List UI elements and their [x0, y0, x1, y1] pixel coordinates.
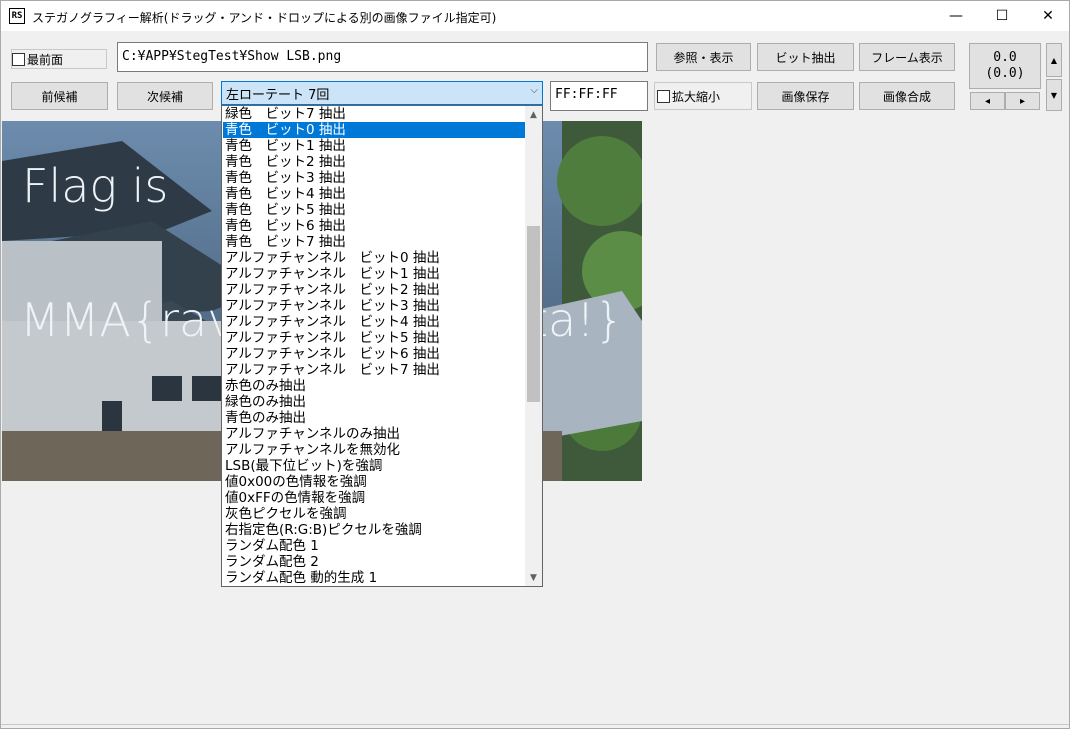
dropdown-option[interactable]: 青色 ビット0 抽出 — [223, 122, 525, 138]
chevron-down-icon: ⌵ — [530, 85, 538, 96]
dropdown-option[interactable]: 値0x00の色情報を強調 — [223, 474, 525, 490]
dropdown-option[interactable]: LSB(最下位ビット)を強調 — [223, 458, 525, 474]
dropdown-option[interactable]: 右指定色(R:G:B)ピクセルを強調 — [223, 522, 525, 538]
scrollbar-thumb[interactable] — [527, 226, 540, 402]
coordinate-line1: 0.0 — [993, 50, 1017, 65]
topmost-checkbox[interactable]: 最前面 — [11, 49, 107, 69]
flag-text-line2-left: MMA{rav — [20, 293, 235, 347]
dropdown-option[interactable]: 緑色 ビット7 抽出 — [223, 106, 525, 122]
dropdown-option[interactable]: 青色 ビット7 抽出 — [223, 234, 525, 250]
composite-image-button[interactable]: 画像合成 — [859, 82, 955, 110]
dropdown-option[interactable]: アルファチャンネル ビット6 抽出 — [223, 346, 525, 362]
mode-dropdown-list[interactable]: 緑色 ビット7 抽出 青色 ビット0 抽出 青色 ビット1 抽出 青色 ビット2 抽出… — [221, 105, 543, 587]
dropdown-option[interactable]: アルファチャンネル ビット3 抽出 — [223, 298, 525, 314]
zoom-label: 拡大縮小 — [672, 89, 721, 104]
app-icon: RS — [9, 8, 25, 24]
browse-button[interactable]: 参照・表示 — [656, 43, 751, 71]
dropdown-option[interactable]: アルファチャンネル ビット2 抽出 — [223, 282, 525, 298]
dropdown-scrollbar[interactable]: ▲ ▼ — [525, 106, 542, 586]
dropdown-option[interactable]: アルファチャンネル ビット0 抽出 — [223, 250, 525, 266]
checkbox-square — [12, 52, 25, 66]
scroll-down-arrow-icon[interactable]: ▼ — [525, 569, 542, 586]
dropdown-option[interactable]: 緑色のみ抽出 — [223, 394, 525, 410]
dropdown-option[interactable]: アルファチャンネル ビット1 抽出 — [223, 266, 525, 282]
close-button[interactable]: ✕ — [1025, 1, 1070, 31]
coordinate-display: 0.0 (0.0) — [969, 43, 1041, 89]
mode-select[interactable]: 左ローテート 7回 ⌵ — [221, 81, 543, 105]
zoom-checkbox[interactable]: 拡大縮小 — [654, 82, 752, 110]
window-title: ステガノグラフィー解析(ドラッグ・アンド・ドロップによる別の画像ファイル指定可) — [32, 11, 497, 25]
dropdown-option[interactable]: アルファチャンネル ビット4 抽出 — [223, 314, 525, 330]
dropdown-option[interactable]: ランダム配色 動的生成 1 — [223, 570, 525, 586]
dropdown-option[interactable]: アルファチャンネルのみ抽出 — [223, 426, 525, 442]
dropdown-option[interactable]: 赤色のみ抽出 — [223, 378, 525, 394]
title-bar[interactable]: RS ステガノグラフィー解析(ドラッグ・アンド・ドロップによる別の画像ファイル指… — [1, 1, 1069, 31]
bit-extract-button[interactable]: ビット抽出 — [757, 43, 854, 71]
checkbox-square — [657, 89, 670, 103]
topmost-label: 最前面 — [27, 52, 64, 67]
scroll-up-arrow-icon[interactable]: ▲ — [525, 106, 542, 123]
dropdown-option[interactable]: ランダム配色 2 — [223, 554, 525, 570]
dropdown-option[interactable]: 青色 ビット3 抽出 — [223, 170, 525, 186]
frame-display-button[interactable]: フレーム表示 — [859, 43, 955, 71]
maximize-button[interactable]: ☐ — [979, 1, 1025, 31]
next-candidate-button[interactable]: 次候補 — [117, 82, 213, 110]
scroll-down-button[interactable]: ▼ — [1046, 79, 1062, 111]
main-window: RS ステガノグラフィー解析(ドラッグ・アンド・ドロップによる別の画像ファイル指… — [0, 0, 1070, 729]
save-image-button[interactable]: 画像保存 — [757, 82, 854, 110]
dropdown-option[interactable]: 青色 ビット2 抽出 — [223, 154, 525, 170]
left-arrow-button[interactable]: ◂ — [970, 92, 1005, 110]
dropdown-option[interactable]: アルファチャンネル ビット7 抽出 — [223, 362, 525, 378]
flag-text-line1: Flag is — [22, 159, 169, 213]
color-value-input[interactable]: FF:FF:FF — [550, 81, 648, 111]
dropdown-option[interactable]: 青色のみ抽出 — [223, 410, 525, 426]
dropdown-option[interactable]: アルファチャンネル ビット5 抽出 — [223, 330, 525, 346]
file-path-input[interactable]: C:¥APP¥StegTest¥Show LSB.png — [117, 42, 648, 72]
dropdown-option[interactable]: 青色 ビット4 抽出 — [223, 186, 525, 202]
scroll-up-button[interactable]: ▲ — [1046, 43, 1062, 77]
coordinate-line2: (0.0) — [985, 66, 1025, 81]
flag-text-line2-right: ta!} — [530, 293, 624, 347]
prev-candidate-button[interactable]: 前候補 — [11, 82, 108, 110]
dropdown-option[interactable]: ランダム配色 1 — [223, 538, 525, 554]
right-arrow-button[interactable]: ▸ — [1005, 92, 1040, 110]
dropdown-option[interactable]: 青色 ビット1 抽出 — [223, 138, 525, 154]
status-divider — [1, 724, 1069, 725]
dropdown-items: 緑色 ビット7 抽出 青色 ビット0 抽出 青色 ビット1 抽出 青色 ビット2 抽出… — [223, 106, 525, 586]
dropdown-option[interactable]: アルファチャンネルを無効化 — [223, 442, 525, 458]
minimize-button[interactable]: — — [933, 1, 979, 31]
mode-select-value: 左ローテート 7回 — [226, 88, 330, 103]
dropdown-option[interactable]: 灰色ピクセルを強調 — [223, 506, 525, 522]
dropdown-option[interactable]: 青色 ビット5 抽出 — [223, 202, 525, 218]
dropdown-option[interactable]: 青色 ビット6 抽出 — [223, 218, 525, 234]
dropdown-option[interactable]: 値0xFFの色情報を強調 — [223, 490, 525, 506]
